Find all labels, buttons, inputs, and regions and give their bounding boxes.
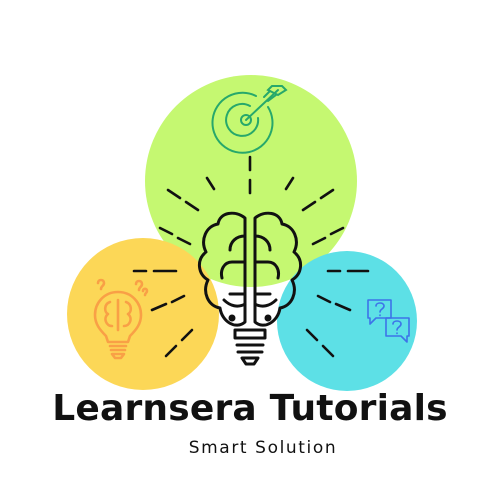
tagline: Smart Solution (188, 438, 338, 458)
yellow-circle (67, 238, 219, 390)
brand-name: Learnsera Tutorials (52, 388, 448, 429)
logo: Learnsera Tutorials Smart Solution (0, 0, 500, 500)
